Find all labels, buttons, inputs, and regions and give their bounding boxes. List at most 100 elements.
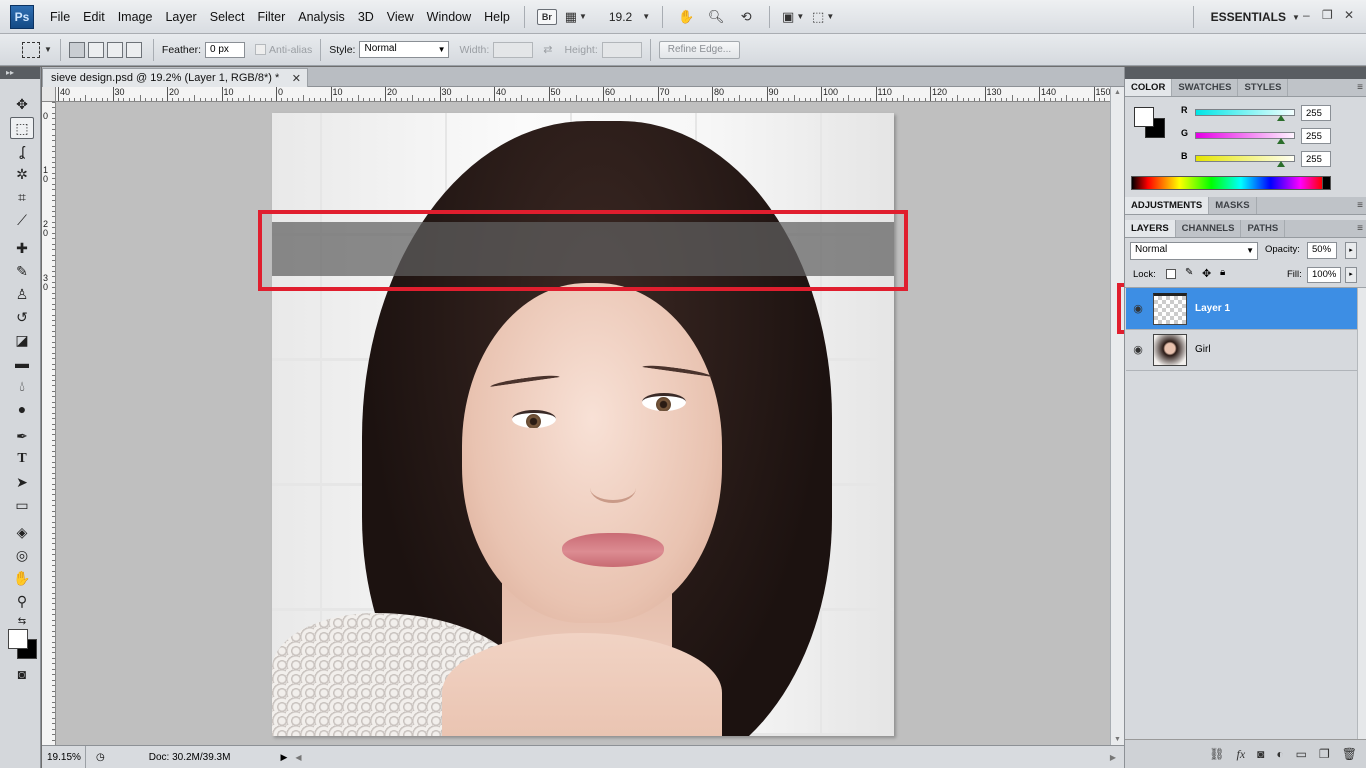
rectangle-shape-tool-icon[interactable]: ▭: [10, 494, 34, 516]
tab-adjustments[interactable]: ADJUSTMENTS: [1125, 197, 1210, 214]
path-selection-tool-icon[interactable]: ➤: [10, 471, 34, 493]
layer-row-girl[interactable]: ◉ Girl: [1126, 329, 1366, 371]
tab-swatches[interactable]: SWATCHES: [1172, 79, 1239, 96]
delete-layer-icon[interactable]: 🗑︎: [1342, 747, 1357, 761]
green-slider-thumb[interactable]: [1277, 138, 1285, 144]
foreground-color-swatch[interactable]: [8, 629, 28, 649]
vertical-ruler[interactable]: 0 1 0 2 0 3 0: [42, 102, 56, 745]
rotate-view-icon[interactable]: ⟲: [735, 7, 757, 27]
red-channel-slider[interactable]: R 255: [1181, 105, 1361, 121]
restore-icon[interactable]: ❐: [1322, 8, 1333, 22]
menu-filter[interactable]: Filter: [257, 10, 285, 24]
workspace-switcher[interactable]: ESSENTIALS: [1211, 10, 1286, 24]
history-brush-tool-icon[interactable]: ↺: [10, 306, 34, 328]
menu-edit[interactable]: Edit: [83, 10, 105, 24]
lasso-tool-icon[interactable]: ʆ: [10, 140, 34, 162]
refine-edge-button[interactable]: Refine Edge...: [658, 40, 741, 59]
intersect-selection-icon[interactable]: [125, 41, 142, 58]
brush-tool-icon[interactable]: ✎: [10, 260, 34, 282]
lock-pixels-icon[interactable]: ✎: [1185, 267, 1193, 278]
status-info-icon[interactable]: ◷: [96, 752, 105, 763]
lock-position-icon[interactable]: ✥: [1202, 267, 1211, 280]
preset-dropdown-icon[interactable]: ▼: [44, 45, 52, 54]
magic-wand-tool-icon[interactable]: ✲: [10, 163, 34, 185]
screen-mode-dropdown-icon[interactable]: ⬚ ▼: [812, 7, 834, 27]
color-panel-foreground-swatch[interactable]: [1134, 107, 1154, 127]
marquee-preset-icon[interactable]: [22, 41, 40, 58]
green-channel-slider[interactable]: G 255: [1181, 128, 1361, 144]
red-slider-thumb[interactable]: [1277, 115, 1285, 121]
layers-scrollbar[interactable]: [1357, 288, 1366, 739]
color-spectrum-ramp[interactable]: [1131, 176, 1331, 190]
blend-mode-select[interactable]: Normal ▼: [1130, 242, 1258, 260]
menu-analysis[interactable]: Analysis: [298, 10, 345, 24]
new-layer-icon[interactable]: ❐: [1319, 747, 1330, 761]
menu-window[interactable]: Window: [427, 10, 471, 24]
visibility-eye-icon[interactable]: ◉: [1126, 343, 1150, 356]
bridge-button[interactable]: Br: [536, 8, 557, 25]
fill-slider-button[interactable]: ▸: [1345, 267, 1357, 283]
layer1-name[interactable]: Layer 1: [1195, 303, 1230, 314]
tab-paths[interactable]: PATHS: [1241, 220, 1286, 237]
gradient-tool-icon[interactable]: ▬: [10, 352, 34, 374]
blue-slider-thumb[interactable]: [1277, 161, 1285, 167]
healing-brush-tool-icon[interactable]: ✚: [10, 237, 34, 259]
panel-dock-strip[interactable]: [1125, 67, 1366, 79]
opacity-slider-button[interactable]: ▸: [1345, 242, 1357, 259]
add-mask-icon[interactable]: ◙: [1257, 747, 1264, 761]
scroll-down-icon[interactable]: ▼: [1111, 736, 1124, 743]
screen-mode-icon[interactable]: ▦ ▼: [565, 7, 587, 27]
pen-tool-icon[interactable]: ✒: [10, 425, 34, 447]
tab-color[interactable]: COLOR: [1125, 79, 1173, 96]
hand-tool-icon[interactable]: ✋: [675, 7, 697, 27]
status-zoom[interactable]: 19.15%: [42, 746, 86, 768]
visibility-eye-icon[interactable]: ◉: [1126, 302, 1150, 315]
swap-dimensions-icon[interactable]: ⇄: [543, 43, 552, 56]
lock-transparency-icon[interactable]: [1166, 269, 1176, 279]
menu-help[interactable]: Help: [484, 10, 510, 24]
toolbox-collapse-strip[interactable]: ▸▸: [0, 67, 40, 79]
antialias-checkbox[interactable]: [255, 44, 267, 55]
panel-menu-icon[interactable]: ≡: [1357, 82, 1363, 93]
close-window-icon[interactable]: ✕: [1344, 8, 1354, 22]
adjustment-layer-icon[interactable]: ◐: [1276, 747, 1283, 761]
dodge-tool-icon[interactable]: ●: [10, 398, 34, 420]
horizontal-ruler[interactable]: 40 30 20 10 0 10 20 30 40 50 60 70 80 90 100 110 120 130 1…: [56, 87, 1110, 102]
menu-select[interactable]: Select: [210, 10, 245, 24]
tab-styles[interactable]: STYLES: [1238, 79, 1289, 96]
panel-menu-icon[interactable]: ≡: [1357, 223, 1363, 234]
menu-image[interactable]: Image: [118, 10, 153, 24]
document-image[interactable]: [272, 113, 894, 736]
red-channel-value[interactable]: 255: [1301, 105, 1331, 121]
ruler-origin[interactable]: [42, 87, 56, 102]
panel-menu-icon[interactable]: ≡: [1357, 200, 1363, 211]
menu-view[interactable]: View: [387, 10, 414, 24]
tab-masks[interactable]: MASKS: [1209, 197, 1257, 214]
fill-input[interactable]: 100%: [1307, 267, 1341, 283]
blue-channel-value[interactable]: 255: [1301, 151, 1331, 167]
girl-layer-name[interactable]: Girl: [1195, 344, 1211, 355]
status-menu-icon[interactable]: ▶: [280, 752, 287, 763]
crop-tool-icon[interactable]: ⌗: [10, 186, 34, 208]
tab-channels[interactable]: CHANNELS: [1176, 220, 1242, 237]
minimize-icon[interactable]: –: [1303, 8, 1310, 22]
spectrum-black-white[interactable]: [1322, 176, 1331, 190]
3d-orbit-tool-icon[interactable]: ◎: [10, 544, 34, 566]
hand-tool-icon[interactable]: ✋: [10, 567, 34, 589]
clone-stamp-tool-icon[interactable]: ♙: [10, 283, 34, 305]
scroll-right-icon[interactable]: ▶: [1110, 753, 1116, 762]
vertical-scrollbar[interactable]: ▲ ▼: [1110, 87, 1124, 745]
scroll-up-icon[interactable]: ▲: [1111, 89, 1124, 96]
document-tab[interactable]: sieve design.psd @ 19.2% (Layer 1, RGB/8…: [42, 68, 308, 87]
subtract-selection-icon[interactable]: [106, 41, 123, 58]
menu-file[interactable]: File: [50, 10, 70, 24]
zoom-tool-icon[interactable]: ⚲: [10, 590, 34, 612]
eyedropper-tool-icon[interactable]: ⟋: [10, 209, 34, 231]
style-select[interactable]: Normal ▼: [359, 41, 450, 58]
add-selection-icon[interactable]: [87, 41, 104, 58]
quick-mask-icon[interactable]: ◙: [10, 663, 34, 685]
feather-input[interactable]: 0 px: [205, 41, 246, 58]
height-input[interactable]: [601, 41, 642, 58]
opacity-input[interactable]: 50%: [1307, 242, 1337, 259]
width-input[interactable]: [493, 41, 534, 58]
